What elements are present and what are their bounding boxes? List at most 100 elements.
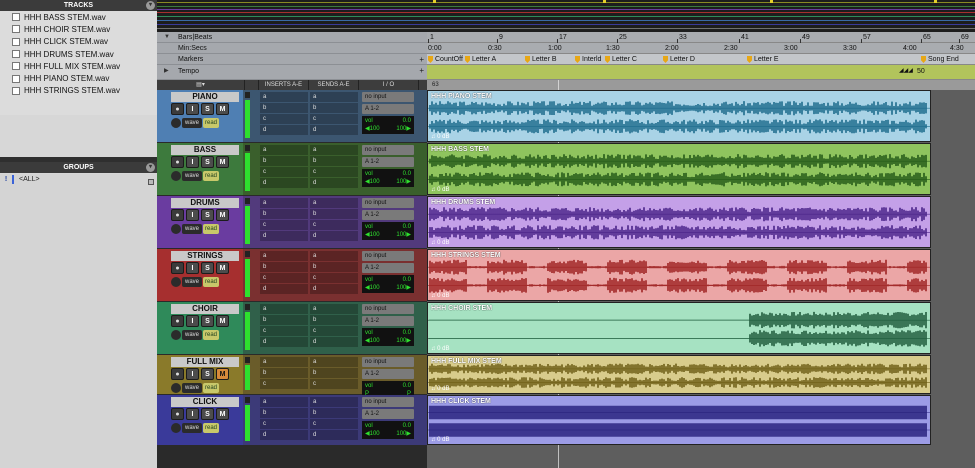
track-list-item[interactable]: HHH DRUMS STEM.wav (0, 48, 157, 60)
insert-slot[interactable]: a (260, 145, 308, 155)
send-slot[interactable]: c (310, 167, 358, 177)
input-selector[interactable]: no input (362, 304, 414, 314)
groups-panel-header[interactable]: GROUPS ▾ (0, 162, 157, 173)
track-name[interactable]: STRINGS (171, 251, 239, 261)
track-color-strip[interactable] (157, 196, 167, 248)
vol-value[interactable]: 0.0 (403, 422, 411, 430)
audio-region[interactable]: HHH DRUMS STEM ♫ 0 dB (427, 196, 931, 248)
insert-slot[interactable]: a (260, 357, 308, 367)
tempo-ruler[interactable]: ▶ Tempo + 50 ◢◢◢ (157, 65, 975, 80)
mute-button[interactable]: M (216, 315, 229, 327)
track-color-strip[interactable] (157, 355, 167, 394)
mute-button[interactable]: M (216, 368, 229, 380)
tempo-ruler-track[interactable]: 50 ◢◢◢ (427, 65, 975, 80)
insert-slot[interactable]: b (260, 156, 308, 166)
mute-button[interactable]: M (216, 408, 229, 420)
send-slot[interactable]: b (310, 156, 358, 166)
track-name[interactable]: DRUMS (171, 198, 239, 208)
automation-mode-selector[interactable]: read (203, 330, 219, 340)
pan-left-value[interactable]: ◀100 (365, 337, 380, 345)
add-tempo-icon[interactable]: + (419, 65, 424, 76)
solo-button[interactable]: S (201, 408, 214, 420)
audio-region[interactable]: HHH FULL MIX STEM ♫ 0 dB (427, 355, 931, 394)
insert-slot[interactable]: b (260, 408, 308, 418)
pan-right-value[interactable]: 100▶ (396, 125, 411, 133)
input-selector[interactable]: no input (362, 357, 414, 367)
input-monitor-button[interactable]: I (186, 368, 199, 380)
volume-pan-display[interactable]: vol 0.0 ◀100 100▶ (362, 328, 414, 346)
track-color-strip[interactable] (157, 302, 167, 354)
send-slot[interactable]: b (310, 103, 358, 113)
insert-slot[interactable]: d (260, 284, 308, 294)
solo-button[interactable]: S (201, 156, 214, 168)
insert-slot[interactable]: c (260, 326, 308, 336)
send-slot[interactable]: c (310, 379, 358, 389)
send-slot[interactable]: d (310, 430, 358, 440)
send-slot[interactable]: a (310, 92, 358, 102)
volume-pan-display[interactable]: vol 0.0 ◀100 100▶ (362, 421, 414, 439)
bars-ruler[interactable]: ▼ Bars|Beats 1 9 17 25 33 41 49 57 65 69 (157, 32, 975, 43)
track-color-strip[interactable] (157, 395, 167, 445)
output-selector[interactable]: A 1-2 (362, 210, 414, 220)
record-enable-button[interactable]: ● (171, 209, 184, 221)
pan-right-value[interactable]: 100▶ (396, 284, 411, 292)
marker-letter-c[interactable]: Letter C (605, 55, 637, 64)
send-slot[interactable]: d (310, 284, 358, 294)
panel-menu-icon[interactable]: ▾ (146, 1, 155, 10)
track-visibility-checkbox[interactable] (12, 74, 20, 83)
volume-pan-display[interactable]: vol 0.0 ◀100 100▶ (362, 116, 414, 134)
marker-letter-e[interactable]: Letter E (747, 55, 779, 64)
markers-ruler-track[interactable]: CountOff Letter A Letter B Interld Letter C L… (427, 54, 975, 65)
send-slot[interactable]: d (310, 178, 358, 188)
track-view-selector[interactable]: wave (182, 330, 202, 340)
minsec-ruler[interactable]: Min:Secs 0:00 0:30 1:00 1:30 2:00 2:30 3:00 3:3… (157, 43, 975, 54)
track-color-strip[interactable] (157, 90, 167, 142)
vol-value[interactable]: 0.0 (403, 117, 411, 125)
track-options-icon[interactable] (171, 423, 181, 433)
track-view-selector[interactable]: ▤▾ (157, 80, 245, 90)
vol-value[interactable]: 0.0 (403, 223, 411, 231)
track-name[interactable]: PIANO (171, 92, 239, 102)
send-slot[interactable]: d (310, 337, 358, 347)
insert-slot[interactable]: c (260, 419, 308, 429)
send-slot[interactable]: b (310, 408, 358, 418)
mute-button[interactable]: M (216, 209, 229, 221)
panel-menu-icon[interactable]: ▾ (146, 163, 155, 172)
automation-mode-selector[interactable]: read (203, 224, 219, 234)
pan-left-value[interactable]: ◀100 (365, 284, 380, 292)
input-selector[interactable]: no input (362, 397, 414, 407)
track-name[interactable]: FULL MIX (171, 357, 239, 367)
pan-left-value[interactable]: ◀100 (365, 178, 380, 186)
track-list-item[interactable]: HHH STRINGS STEM.wav (0, 85, 157, 97)
output-selector[interactable]: A 1-2 (362, 157, 414, 167)
volume-pan-display[interactable]: vol 0.0 ◀100 100▶ (362, 275, 414, 293)
insert-slot[interactable]: c (260, 167, 308, 177)
track-list-item[interactable]: HHH FULL MIX STEM.wav (0, 60, 157, 72)
solo-button[interactable]: S (201, 315, 214, 327)
marker-letter-a[interactable]: Letter A (465, 55, 496, 64)
vol-value[interactable]: 0.0 (403, 382, 411, 390)
track-visibility-checkbox[interactable] (12, 13, 20, 22)
input-selector[interactable]: no input (362, 198, 414, 208)
audio-region[interactable]: HHH CHOIR STEM ♫ 0 dB (427, 302, 931, 354)
insert-slot[interactable]: a (260, 397, 308, 407)
output-selector[interactable]: A 1-2 (362, 369, 414, 379)
sends-column-header[interactable]: SENDS A-E (309, 80, 359, 90)
track-color-strip[interactable] (157, 249, 167, 301)
insert-slot[interactable]: d (260, 231, 308, 241)
insert-slot[interactable]: b (260, 262, 308, 272)
track-name[interactable]: CHOIR (171, 304, 239, 314)
send-slot[interactable]: b (310, 209, 358, 219)
track-view-selector[interactable]: wave (182, 277, 202, 287)
insert-slot[interactable]: a (260, 251, 308, 261)
audio-region[interactable]: HHH CLICK STEM ♫ 0 dB (427, 395, 931, 445)
input-selector[interactable]: no input (362, 92, 414, 102)
audio-region[interactable]: HHH BASS STEM ♫ 0 dB (427, 143, 931, 195)
track-color-strip[interactable] (157, 143, 167, 195)
output-selector[interactable]: A 1-2 (362, 263, 414, 273)
automation-mode-selector[interactable]: read (203, 118, 219, 128)
input-selector[interactable]: no input (362, 145, 414, 155)
send-slot[interactable]: b (310, 368, 358, 378)
track-options-icon[interactable] (171, 383, 181, 393)
marker-letter-b[interactable]: Letter B (525, 55, 557, 64)
